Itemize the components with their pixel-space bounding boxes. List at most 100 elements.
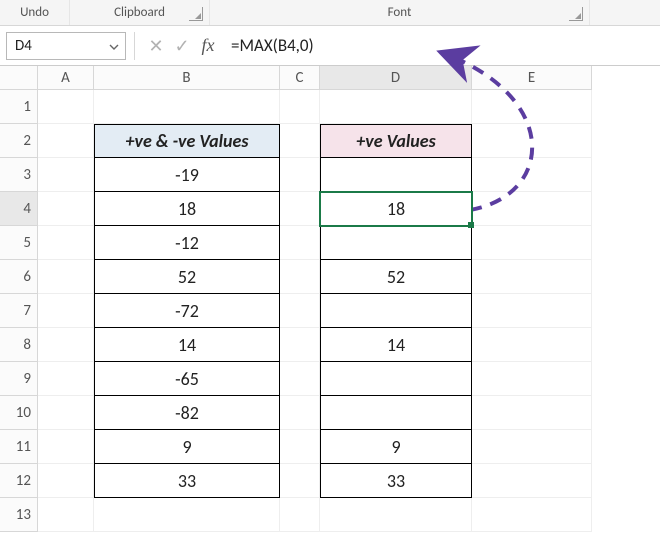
cell-b8[interactable]: 14 bbox=[94, 328, 280, 362]
row-header[interactable]: 12 bbox=[0, 464, 38, 498]
row-header[interactable]: 2 bbox=[0, 124, 38, 158]
cell-d7[interactable] bbox=[320, 294, 472, 328]
cell-c7[interactable] bbox=[280, 294, 320, 328]
row-header[interactable]: 8 bbox=[0, 328, 38, 362]
col-header-a[interactable]: A bbox=[38, 66, 94, 90]
cancel-button[interactable]: ✕ bbox=[145, 35, 167, 57]
cell-b10[interactable]: -82 bbox=[94, 396, 280, 430]
cell-c13[interactable] bbox=[280, 498, 320, 532]
row-header[interactable]: 11 bbox=[0, 430, 38, 464]
cell-a12[interactable] bbox=[38, 464, 94, 498]
cell-c12[interactable] bbox=[280, 464, 320, 498]
cell-d3[interactable] bbox=[320, 158, 472, 192]
cell-c3[interactable] bbox=[280, 158, 320, 192]
cell-c5[interactable] bbox=[280, 226, 320, 260]
cell-c1[interactable] bbox=[280, 90, 320, 124]
cell-c2[interactable] bbox=[280, 124, 320, 158]
cell-a4[interactable] bbox=[38, 192, 94, 226]
formula-text: =MAX(B4,0) bbox=[231, 35, 314, 56]
cell-c8[interactable] bbox=[280, 328, 320, 362]
cell-d6[interactable]: 52 bbox=[320, 260, 472, 294]
col-header-c[interactable]: C bbox=[280, 66, 320, 90]
cell-b1[interactable] bbox=[94, 90, 280, 124]
enter-button[interactable]: ✓ bbox=[171, 35, 193, 57]
cell-a6[interactable] bbox=[38, 260, 94, 294]
cell-e5[interactable] bbox=[472, 226, 592, 260]
cell-a10[interactable] bbox=[38, 396, 94, 430]
ribbon-label: Font bbox=[388, 5, 412, 20]
cell-d4[interactable]: 18 bbox=[320, 192, 472, 226]
cell-e4[interactable] bbox=[472, 192, 592, 226]
cell-d10[interactable] bbox=[320, 396, 472, 430]
cell-e13[interactable] bbox=[472, 498, 592, 532]
cell-a9[interactable] bbox=[38, 362, 94, 396]
cell-a3[interactable] bbox=[38, 158, 94, 192]
cell-e10[interactable] bbox=[472, 396, 592, 430]
row-header[interactable]: 7 bbox=[0, 294, 38, 328]
table-header-b[interactable]: +ve & -ve Values bbox=[94, 124, 280, 158]
cell-d13[interactable] bbox=[320, 498, 472, 532]
cell-e6[interactable] bbox=[472, 260, 592, 294]
cell-c11[interactable] bbox=[280, 430, 320, 464]
cell-c10[interactable] bbox=[280, 396, 320, 430]
cell-e8[interactable] bbox=[472, 328, 592, 362]
row-header[interactable]: 4 bbox=[0, 192, 38, 226]
row-header[interactable]: 10 bbox=[0, 396, 38, 430]
col-header-d[interactable]: D bbox=[320, 66, 472, 90]
ribbon-group-font[interactable]: Font bbox=[210, 0, 590, 25]
cell-d8[interactable]: 14 bbox=[320, 328, 472, 362]
col-header-b[interactable]: B bbox=[94, 66, 280, 90]
row-header[interactable]: 6 bbox=[0, 260, 38, 294]
select-all-corner[interactable] bbox=[0, 66, 38, 90]
table-header-d[interactable]: +ve Values bbox=[320, 124, 472, 158]
cell-b12[interactable]: 33 bbox=[94, 464, 280, 498]
cell-e12[interactable] bbox=[472, 464, 592, 498]
cell-b5[interactable]: -12 bbox=[94, 226, 280, 260]
cell-c9[interactable] bbox=[280, 362, 320, 396]
chevron-down-icon[interactable] bbox=[109, 42, 119, 52]
cell-b9[interactable]: -65 bbox=[94, 362, 280, 396]
cell-d5[interactable] bbox=[320, 226, 472, 260]
cell-b13[interactable] bbox=[94, 498, 280, 532]
row-header[interactable]: 9 bbox=[0, 362, 38, 396]
row-header[interactable]: 5 bbox=[0, 226, 38, 260]
name-box[interactable]: D4 bbox=[6, 32, 126, 60]
cell-b4[interactable]: 18 bbox=[94, 192, 280, 226]
name-box-value: D4 bbox=[15, 37, 32, 55]
formula-bar: D4 ✕ ✓ fx =MAX(B4,0) bbox=[0, 26, 660, 66]
dialog-launcher-icon[interactable] bbox=[569, 7, 583, 21]
ribbon-group-undo[interactable]: Undo bbox=[0, 0, 70, 25]
cell-b7[interactable]: -72 bbox=[94, 294, 280, 328]
formula-input[interactable]: =MAX(B4,0) bbox=[221, 32, 660, 60]
row-header[interactable]: 3 bbox=[0, 158, 38, 192]
col-header-e[interactable]: E bbox=[472, 66, 592, 90]
separator bbox=[134, 32, 135, 60]
cell-c6[interactable] bbox=[280, 260, 320, 294]
row-header[interactable]: 1 bbox=[0, 90, 38, 124]
cell-d11[interactable]: 9 bbox=[320, 430, 472, 464]
cell-e3[interactable] bbox=[472, 158, 592, 192]
cell-d9[interactable] bbox=[320, 362, 472, 396]
dialog-launcher-icon[interactable] bbox=[189, 7, 203, 21]
cell-e9[interactable] bbox=[472, 362, 592, 396]
cell-a13[interactable] bbox=[38, 498, 94, 532]
row-header[interactable]: 13 bbox=[0, 498, 38, 532]
cell-a2[interactable] bbox=[38, 124, 94, 158]
ribbon-group-clipboard[interactable]: Clipboard bbox=[70, 0, 210, 25]
cell-c4[interactable] bbox=[280, 192, 320, 226]
cell-b11[interactable]: 9 bbox=[94, 430, 280, 464]
cell-a5[interactable] bbox=[38, 226, 94, 260]
cell-e7[interactable] bbox=[472, 294, 592, 328]
cell-a8[interactable] bbox=[38, 328, 94, 362]
cell-e11[interactable] bbox=[472, 430, 592, 464]
cell-b3[interactable]: -19 bbox=[94, 158, 280, 192]
cell-e2[interactable] bbox=[472, 124, 592, 158]
cell-a1[interactable] bbox=[38, 90, 94, 124]
insert-function-button[interactable]: fx bbox=[197, 35, 219, 57]
cell-d12[interactable]: 33 bbox=[320, 464, 472, 498]
cell-d1[interactable] bbox=[320, 90, 472, 124]
cell-b6[interactable]: 52 bbox=[94, 260, 280, 294]
cell-a7[interactable] bbox=[38, 294, 94, 328]
cell-a11[interactable] bbox=[38, 430, 94, 464]
cell-e1[interactable] bbox=[472, 90, 592, 124]
